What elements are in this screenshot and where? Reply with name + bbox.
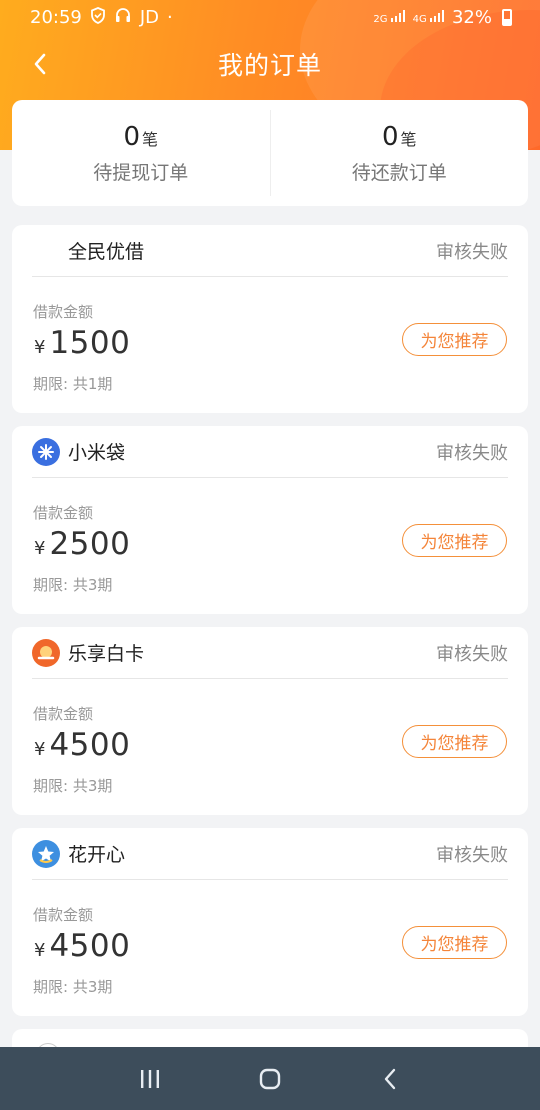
back-button[interactable] bbox=[22, 46, 58, 82]
back-nav-button[interactable] bbox=[365, 1054, 415, 1104]
pending-repay-count: 0 bbox=[381, 121, 399, 152]
pending-repay-label: 待还款订单 bbox=[351, 161, 447, 184]
status-dot: · bbox=[167, 6, 173, 28]
order-card[interactable]: 乐享白卡 审核失败 借款金额 ¥ 4500 期限: 共3期 为您推荐 bbox=[12, 627, 528, 815]
amount-value: 2500 bbox=[49, 526, 131, 562]
recommend-button[interactable]: 为您推荐 bbox=[402, 524, 507, 557]
order-status: 审核失败 bbox=[436, 643, 508, 665]
loan-amount: ¥ 4500 bbox=[34, 928, 130, 964]
pending-repay-unit: 笔 bbox=[400, 129, 417, 149]
battery-percent: 32% bbox=[451, 6, 492, 28]
status-carrier: JD bbox=[139, 6, 160, 28]
status-time: 20:59 bbox=[30, 6, 82, 28]
loan-period: 期限: 共3期 bbox=[33, 576, 113, 594]
amount-value: 4500 bbox=[49, 928, 131, 964]
currency-symbol: ¥ bbox=[34, 739, 46, 760]
order-card[interactable]: 花开心 审核失败 借款金额 ¥ 4500 期限: 共3期 为您推荐 bbox=[12, 828, 528, 1016]
brand-name: 乐享白卡 bbox=[68, 643, 145, 665]
page-title: 我的订单 bbox=[217, 51, 322, 80]
home-icon bbox=[259, 1068, 281, 1089]
brand-name: 花开心 bbox=[68, 844, 126, 866]
chevron-left-icon bbox=[34, 53, 46, 75]
amount-label: 借款金额 bbox=[33, 906, 94, 924]
amount-value: 4500 bbox=[49, 727, 131, 763]
recommend-button[interactable]: 为您推荐 bbox=[402, 323, 507, 356]
brand-logo-placeholder bbox=[32, 237, 60, 265]
order-status: 审核失败 bbox=[436, 442, 508, 464]
pending-repay-tab[interactable]: 0笔 待还款订单 bbox=[271, 100, 529, 206]
back-icon bbox=[384, 1068, 396, 1089]
recent-apps-icon bbox=[141, 1069, 159, 1088]
headset-icon bbox=[114, 6, 132, 28]
brand-name: 全民优借 bbox=[68, 241, 145, 263]
order-card[interactable]: 全民优借 审核失败 借款金额 ¥ 1500 期限: 共1期 为您推荐 bbox=[12, 225, 528, 413]
order-status: 审核失败 bbox=[436, 844, 508, 866]
amount-label: 借款金额 bbox=[33, 504, 94, 522]
xiaomidai-logo-icon bbox=[32, 437, 60, 466]
loan-amount: ¥ 4500 bbox=[34, 727, 130, 763]
amount-label: 借款金额 bbox=[33, 303, 94, 321]
recommend-button[interactable]: 为您推荐 bbox=[402, 725, 507, 758]
loan-amount: ¥ 1500 bbox=[34, 325, 130, 361]
home-button[interactable] bbox=[245, 1054, 295, 1104]
network-type-label: 4G bbox=[412, 13, 427, 25]
currency-symbol: ¥ bbox=[34, 337, 46, 358]
pending-withdraw-tab[interactable]: 0笔 待提现订单 bbox=[12, 100, 270, 206]
order-summary-card: 0笔 待提现订单 0笔 待还款订单 bbox=[12, 100, 528, 206]
amount-label: 借款金额 bbox=[33, 705, 94, 723]
huakaixin-logo-icon bbox=[32, 839, 60, 868]
network-type-label: 2G bbox=[373, 13, 388, 25]
order-status: 审核失败 bbox=[436, 241, 508, 263]
currency-symbol: ¥ bbox=[34, 940, 46, 961]
loan-amount: ¥ 2500 bbox=[34, 526, 130, 562]
amount-value: 1500 bbox=[49, 325, 131, 361]
loan-period: 期限: 共3期 bbox=[33, 777, 113, 795]
lexiang-logo-icon bbox=[32, 638, 60, 667]
brand-name: 小米袋 bbox=[68, 442, 126, 464]
battery-icon bbox=[502, 8, 512, 26]
signal-4g-icon: 4G bbox=[412, 9, 444, 25]
recent-apps-button[interactable] bbox=[125, 1054, 175, 1104]
signal-2g-icon: 2G bbox=[373, 9, 405, 25]
system-navigation-bar bbox=[0, 1047, 540, 1110]
status-bar: 20:59 JD · 2G 4G 32% bbox=[0, 0, 540, 34]
loan-period: 期限: 共3期 bbox=[33, 978, 113, 996]
pending-withdraw-unit: 笔 bbox=[142, 129, 159, 149]
loan-period: 期限: 共1期 bbox=[33, 375, 113, 393]
recommend-button[interactable]: 为您推荐 bbox=[402, 926, 507, 959]
currency-symbol: ¥ bbox=[34, 538, 46, 559]
title-bar: 我的订单 bbox=[0, 34, 540, 94]
pending-withdraw-label: 待提现订单 bbox=[93, 161, 189, 184]
pending-withdraw-count: 0 bbox=[123, 121, 141, 152]
order-card[interactable]: 小米袋 审核失败 借款金额 ¥ 2500 期限: 共3期 为您推荐 bbox=[12, 426, 528, 614]
shield-icon bbox=[90, 6, 106, 28]
